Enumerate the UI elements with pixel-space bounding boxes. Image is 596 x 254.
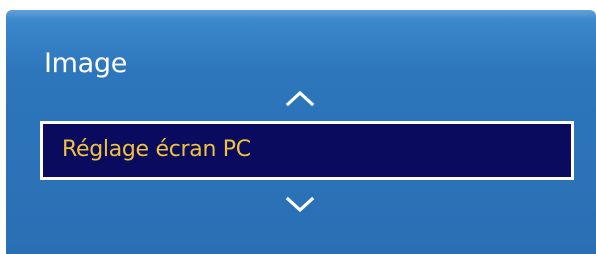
chevron-up-icon[interactable] xyxy=(285,89,315,107)
chevron-down-icon[interactable] xyxy=(285,196,315,214)
menu-item-label: Réglage écran PC xyxy=(62,137,251,162)
menu-title: Image xyxy=(44,48,128,79)
osd-menu-panel: Image Réglage écran PC xyxy=(6,10,596,254)
menu-item-selected[interactable]: Réglage écran PC xyxy=(40,121,574,180)
